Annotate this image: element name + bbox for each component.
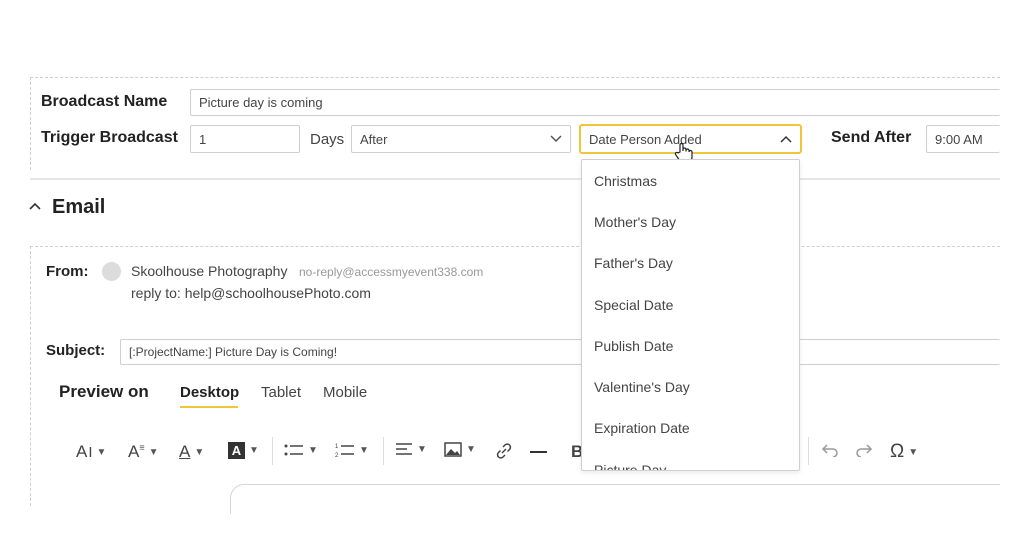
from-label: From: — [46, 263, 89, 280]
date-options-menu: Christmas Mother's Day Father's Day Spec… — [581, 159, 800, 471]
menu-option-expiration-date[interactable]: Expiration Date — [582, 408, 799, 449]
editor-canvas[interactable] — [230, 484, 1000, 514]
redo-icon[interactable] — [855, 443, 873, 457]
menu-option-mothers-day[interactable]: Mother's Day — [582, 201, 799, 242]
broadcast-name-value: Picture day is coming — [199, 95, 323, 110]
sender-name: Skoolhouse Photography — [131, 263, 288, 279]
after-select-value: After — [360, 131, 388, 147]
font-style-icon[interactable]: A≡ ▼ — [128, 442, 159, 462]
font-size-icon[interactable]: A I ▼ — [76, 442, 106, 462]
menu-option-picture-day[interactable]: Picture Day — [582, 449, 799, 470]
sender-email: no-reply@accessmyevent338.com — [299, 265, 484, 279]
link-icon[interactable] — [495, 442, 513, 460]
menu-option-christmas[interactable]: Christmas — [582, 160, 799, 201]
toolbar-divider — [808, 437, 809, 465]
tab-desktop[interactable]: Desktop — [180, 384, 239, 401]
background-color-icon[interactable]: A ▼ — [228, 442, 259, 459]
chevron-down-icon — [550, 132, 562, 146]
undo-icon[interactable] — [821, 443, 839, 457]
trigger-broadcast-label: Trigger Broadcast — [41, 129, 178, 146]
send-after-time-input[interactable]: 9:00 AM — [926, 125, 1000, 153]
horizontal-rule-icon[interactable] — [530, 451, 547, 453]
svg-text:1: 1 — [335, 444, 339, 450]
image-icon[interactable]: ▼ — [444, 442, 476, 457]
tab-tablet[interactable]: Tablet — [261, 384, 301, 401]
subject-input[interactable]: [:ProjectName:] Picture Day is Coming! — [120, 339, 1000, 365]
reply-to-text: reply to: help@schoolhousePhoto.com — [131, 285, 371, 301]
send-after-time-value: 9:00 AM — [935, 131, 983, 147]
broadcast-name-input[interactable]: Picture day is coming — [190, 89, 1000, 116]
align-icon[interactable]: ▼ — [395, 442, 427, 456]
subject-value: [:ProjectName:] Picture Day is Coming! — [129, 345, 338, 359]
sender-avatar — [102, 262, 121, 281]
tab-desktop-underline — [180, 406, 238, 408]
svg-text:2: 2 — [335, 453, 339, 458]
tab-mobile[interactable]: Mobile — [323, 384, 367, 401]
toolbar-divider — [383, 437, 384, 465]
send-after-label: Send After — [831, 129, 912, 146]
chevron-up-icon — [780, 132, 792, 146]
special-character-icon[interactable]: Ω ▼ — [890, 441, 918, 463]
menu-option-publish-date[interactable]: Publish Date — [582, 325, 799, 366]
menu-option-special-date[interactable]: Special Date — [582, 284, 799, 325]
section-divider — [30, 178, 1000, 180]
collapse-email-icon[interactable] — [28, 198, 42, 216]
numbered-list-icon[interactable]: 1 2 ▼ — [335, 442, 369, 458]
menu-option-fathers-day[interactable]: Father's Day — [582, 243, 799, 284]
preview-on-label: Preview on — [59, 382, 149, 401]
broadcast-name-label: Broadcast Name — [41, 93, 168, 110]
subject-label: Subject: — [46, 342, 106, 359]
menu-option-valentines-day[interactable]: Valentine's Day — [582, 366, 799, 407]
toolbar-divider — [272, 437, 273, 465]
bullet-list-icon[interactable]: ▼ — [284, 442, 318, 458]
text-color-icon[interactable]: A ▼ — [179, 442, 204, 462]
trigger-days-input[interactable]: 1 — [190, 125, 300, 153]
after-select[interactable]: After — [351, 125, 571, 153]
days-label: Days — [310, 131, 345, 148]
trigger-days-value: 1 — [199, 131, 207, 147]
email-section-title: Email — [52, 196, 106, 218]
